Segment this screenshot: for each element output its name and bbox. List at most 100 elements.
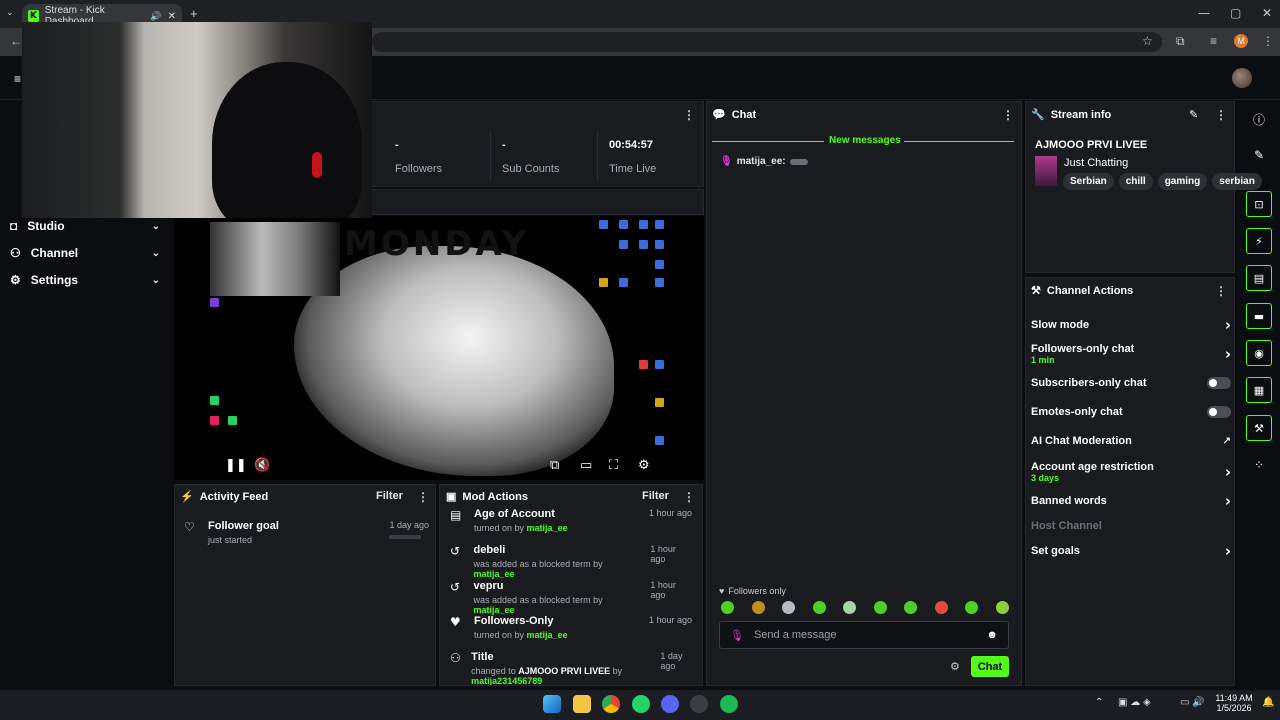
emote-icon[interactable] — [965, 601, 979, 614]
address-bar[interactable] — [372, 32, 1162, 52]
chevron-down-icon: ⌄ — [151, 220, 160, 232]
browser-menu-icon[interactable]: ⋮ — [1262, 34, 1274, 48]
new-tab-button[interactable]: + — [190, 6, 198, 21]
chat-username[interactable]: matija_ee: — [737, 156, 786, 167]
rail-bolt-icon[interactable]: ⚡ — [1246, 228, 1272, 254]
mod-menu-icon[interactable]: ⋮ — [683, 490, 695, 504]
emote-icon[interactable] — [751, 601, 765, 614]
emote-icon[interactable] — [721, 601, 734, 614]
action-account-age[interactable]: Account age restriction 3 days › — [1031, 461, 1231, 483]
tab-audio-icon[interactable]: 🔊 — [150, 11, 161, 22]
activity-filter-button[interactable]: Filter — [376, 490, 403, 502]
back-icon[interactable]: ← — [10, 34, 22, 48]
edit-pencil-icon[interactable]: ✎ — [1189, 108, 1198, 121]
whatsapp-icon[interactable] — [632, 695, 650, 713]
stream-tag[interactable]: serbian — [1212, 173, 1262, 190]
media-control-icon[interactable]: ≡ — [1210, 34, 1217, 48]
mod-username[interactable]: matija_ee — [474, 605, 515, 615]
mute-icon[interactable]: 🔇 — [254, 458, 270, 473]
maximize-icon[interactable]: ▢ — [1230, 6, 1241, 20]
bookmark-star-icon[interactable]: ☆ — [1142, 34, 1153, 48]
video-settings-icon[interactable]: ⚙ — [638, 458, 650, 473]
new-messages-label[interactable]: New messages — [829, 135, 901, 146]
emote-icon[interactable] — [812, 601, 826, 614]
stream-tag[interactable]: gaming — [1157, 173, 1208, 190]
chat-input[interactable]: 🎙 Send a message ☻ — [719, 621, 1009, 649]
mod-username[interactable]: matija_ee — [527, 630, 568, 640]
tray-chevron-icon[interactable]: ⌃ — [1095, 697, 1103, 708]
user-avatar[interactable] — [1232, 68, 1252, 88]
category-thumbnail — [1035, 156, 1057, 186]
notification-bell-icon[interactable]: 🔔 — [1262, 697, 1274, 708]
chevron-down-icon: ⌄ — [151, 274, 160, 286]
chat-bubble-icon: 💬 — [712, 109, 726, 121]
chrome-icon[interactable] — [602, 695, 620, 713]
action-set-goals[interactable]: Set goals › — [1031, 542, 1231, 560]
obs-icon[interactable] — [690, 695, 708, 713]
theater-mode-icon[interactable]: ▭ — [580, 458, 592, 473]
sidebar-item-channel[interactable]: ⚇ Channel ⌄ — [10, 246, 160, 260]
action-banned-words[interactable]: Banned words › — [1031, 492, 1231, 510]
mod-username[interactable]: matija231456789 — [471, 676, 542, 685]
rail-more-icon[interactable]: ⁘ — [1246, 452, 1272, 478]
fullscreen-icon[interactable]: ⛶ — [609, 458, 618, 473]
stats-menu-icon[interactable]: ⋮ — [683, 108, 695, 122]
channel-actions-menu-icon[interactable]: ⋮ — [1215, 284, 1227, 298]
action-ai-moderation[interactable]: AI Chat Moderation ↗ — [1031, 435, 1231, 447]
picture-in-picture-icon[interactable]: ⧉ — [550, 458, 559, 473]
discord-icon[interactable] — [661, 695, 679, 713]
spotify-icon[interactable] — [720, 695, 738, 713]
sidebar-item-studio[interactable]: ◘ Studio ⌄ — [10, 219, 160, 233]
mod-username[interactable]: matija_ee — [474, 569, 515, 579]
rail-chat-icon[interactable]: ▬ — [1246, 303, 1272, 329]
emote-icon[interactable] — [995, 601, 1009, 614]
menu-icon[interactable]: ≡ — [14, 72, 21, 86]
panel-title-text: Channel Actions — [1046, 284, 1134, 297]
profile-avatar[interactable]: M — [1234, 34, 1248, 48]
stream-category[interactable]: Just Chatting — [1064, 157, 1128, 169]
extensions-icon[interactable]: ⧉ — [1176, 34, 1185, 49]
pause-icon[interactable]: ❚❚ — [225, 458, 247, 473]
chat-menu-icon[interactable]: ⋮ — [1002, 108, 1014, 122]
nested-webcam — [210, 222, 340, 296]
rail-broadcast-icon[interactable]: ◉ — [1246, 340, 1272, 366]
info-icon[interactable]: ⓘ — [1246, 106, 1272, 132]
emote-icon[interactable] — [934, 601, 948, 614]
emote-icon[interactable] — [843, 601, 857, 614]
rail-wrench-icon[interactable]: ⚒ — [1246, 415, 1272, 441]
stream-tag[interactable]: chill — [1118, 173, 1153, 190]
clock-date: 1/5/2026 — [1216, 703, 1252, 713]
action-followers-only[interactable]: Followers-only chat 1 min › — [1031, 343, 1231, 365]
edit-icon[interactable]: ✎ — [1246, 142, 1272, 168]
subscribers-only-toggle[interactable] — [1207, 377, 1231, 389]
rail-screenshot-icon[interactable]: ⊡ — [1246, 191, 1272, 217]
emoji-picker-icon[interactable]: ☻ — [986, 629, 998, 641]
action-sub-value: 3 days — [1031, 473, 1060, 483]
stream-info-menu-icon[interactable]: ⋮ — [1215, 108, 1227, 122]
taskbar-clock[interactable]: 11:49 AM 1/5/2026 — [1214, 693, 1254, 713]
stream-tags: Serbian chill gaming serbian — [1063, 173, 1262, 190]
stream-preview[interactable]: MONDAY — [174, 216, 704, 480]
tray-apps-icon[interactable]: ▣ ☁ ◈ — [1118, 697, 1151, 708]
start-icon[interactable] — [543, 695, 561, 713]
emote-icon[interactable] — [782, 601, 796, 614]
tab-search-icon[interactable]: ⌄ — [6, 7, 14, 18]
emote-icon[interactable] — [904, 601, 918, 614]
minimize-icon[interactable]: — — [1198, 6, 1210, 20]
activity-menu-icon[interactable]: ⋮ — [417, 490, 429, 504]
action-slow-mode[interactable]: Slow mode › — [1031, 316, 1231, 334]
window-close-icon[interactable]: ✕ — [1262, 6, 1272, 20]
mod-filter-button[interactable]: Filter — [642, 490, 669, 502]
chat-settings-icon[interactable]: ⚙ — [950, 660, 960, 673]
emotes-only-toggle[interactable] — [1207, 406, 1231, 418]
mod-username[interactable]: matija_ee — [527, 523, 568, 533]
tab-close-icon[interactable]: ✕ — [168, 11, 176, 22]
send-chat-button[interactable]: Chat — [971, 656, 1009, 677]
emote-icon[interactable] — [873, 601, 887, 614]
file-explorer-icon[interactable] — [573, 695, 591, 713]
stream-tag[interactable]: Serbian — [1063, 173, 1114, 190]
rail-layout-icon[interactable]: ▦ — [1246, 377, 1272, 403]
network-volume-icon[interactable]: ▭ 🔊 — [1180, 697, 1205, 708]
rail-document-icon[interactable]: ▤ — [1246, 265, 1272, 291]
sidebar-item-settings[interactable]: ⚙ Settings ⌄ — [10, 273, 160, 287]
